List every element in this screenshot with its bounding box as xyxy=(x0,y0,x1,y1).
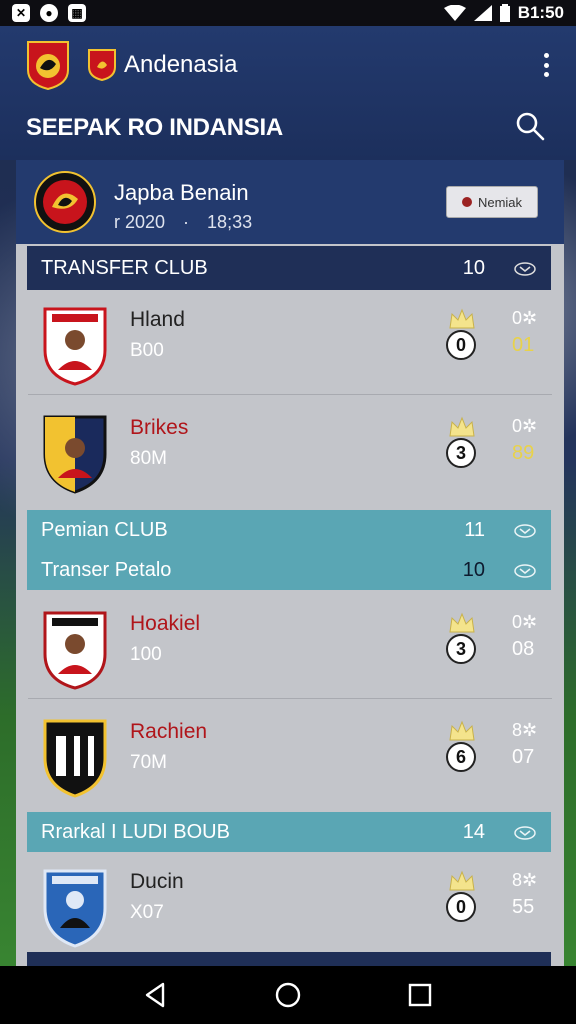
home-icon[interactable] xyxy=(273,980,303,1010)
team-logo-icon xyxy=(88,49,116,81)
item-name: Hoakiel xyxy=(130,612,201,635)
section-count: 10 xyxy=(462,256,485,279)
item-stat: 0✲ xyxy=(512,416,538,436)
crown-icon xyxy=(449,308,475,329)
chevron-down-icon[interactable] xyxy=(513,823,537,841)
section-header-next[interactable] xyxy=(27,952,551,966)
section-label: TRANSFER CLUB xyxy=(41,256,208,279)
item-value: X07 xyxy=(130,902,164,923)
divider xyxy=(28,394,552,395)
item-stat: 8✲ xyxy=(512,720,538,740)
rank-badge: 6 xyxy=(446,742,476,772)
chevron-down-icon[interactable] xyxy=(513,561,537,579)
section-header-pemian-club[interactable]: Pemian CLUB 11 xyxy=(27,510,551,550)
list-item[interactable]: Hland B00 0 0✲ 01 xyxy=(16,292,564,400)
profile-meta: r 2020 · 18;33 xyxy=(114,212,252,233)
section-header-transer-petalo[interactable]: Transer Petalo 10 xyxy=(27,550,551,590)
club-crest-icon xyxy=(43,719,107,798)
more-vert-icon[interactable] xyxy=(536,50,556,80)
club-crest-icon xyxy=(43,869,107,948)
meta-separator: · xyxy=(183,212,190,232)
club-crest-icon xyxy=(43,307,107,386)
section-label: Pemian CLUB xyxy=(41,518,168,541)
status-bar: ✕ ● ▦ B1:50 xyxy=(0,0,576,26)
rank-badge: 0 xyxy=(446,330,476,360)
item-name: Brikes xyxy=(130,416,189,439)
profile-name: Japba Benain xyxy=(114,180,249,205)
rank-badge: 3 xyxy=(446,438,476,468)
item-score: 08 xyxy=(512,638,535,660)
crown-icon xyxy=(449,416,475,437)
item-score: 07 xyxy=(512,746,535,768)
item-value: 100 xyxy=(130,644,162,665)
item-name: Ducin xyxy=(130,870,184,893)
item-stat: 0✲ xyxy=(512,612,538,632)
status-time: B1:50 xyxy=(517,3,564,22)
page-title: SEEPAK RO INDANSIA xyxy=(26,114,283,141)
item-score: 01 xyxy=(512,334,535,356)
rank-badge: 0 xyxy=(446,892,476,922)
wifi-icon xyxy=(443,5,466,21)
profile-card[interactable]: Japba Benain r 2020 · 18;33 Nemiak xyxy=(16,160,564,244)
search-icon[interactable] xyxy=(514,110,546,142)
main-panel: Japba Benain r 2020 · 18;33 Nemiak TRANS… xyxy=(16,160,564,966)
club-crest-icon xyxy=(43,611,107,690)
section-header-transfer-club[interactable]: TRANSFER CLUB 10 xyxy=(27,246,551,290)
profile-action-button[interactable]: Nemiak xyxy=(446,186,538,218)
profile-badge-icon xyxy=(34,171,96,233)
crown-icon xyxy=(449,870,475,891)
list-item[interactable]: Hoakiel 100 3 0✲ 08 xyxy=(16,596,564,704)
section-header-rrarkal[interactable]: Rrarkal I LUDI BOUB 14 xyxy=(27,812,551,852)
crown-icon xyxy=(449,720,475,741)
list-item[interactable]: Brikes 80M 3 0✲ 89 xyxy=(16,400,564,508)
item-value: 70M xyxy=(130,752,167,773)
battery-icon xyxy=(499,4,510,22)
section-label: Rrarkal I LUDI BOUB xyxy=(41,820,230,843)
app-name: Andenasia xyxy=(124,51,238,78)
item-name: Rachien xyxy=(130,720,208,743)
section-label: Transer Petalo xyxy=(41,558,172,581)
club-crest-icon xyxy=(43,415,107,494)
list-item[interactable]: Ducin X07 0 8✲ 55 xyxy=(16,854,564,962)
gallery-icon: ▦ xyxy=(68,4,86,22)
chevron-down-icon[interactable] xyxy=(513,521,537,539)
item-value: 80M xyxy=(130,448,167,469)
profile-action-label: Nemiak xyxy=(477,194,523,210)
profile-time: 18;33 xyxy=(207,212,253,232)
recents-icon[interactable] xyxy=(405,980,435,1010)
profile-date: r 2020 xyxy=(114,212,166,232)
divider xyxy=(28,698,552,699)
app-logo-icon[interactable] xyxy=(26,40,70,90)
section-count: 14 xyxy=(462,820,485,843)
app-bar: Andenasia SEEPAK RO INDANSIA xyxy=(0,26,576,160)
item-score: 55 xyxy=(512,896,535,918)
system-nav-bar xyxy=(0,966,576,1024)
item-name: Hland xyxy=(130,308,185,331)
chevron-down-icon[interactable] xyxy=(513,259,537,277)
item-stat: 8✲ xyxy=(512,870,538,890)
notification-icon: ✕ xyxy=(12,4,30,22)
back-icon[interactable] xyxy=(141,980,171,1010)
record-icon xyxy=(461,197,472,207)
item-value: B00 xyxy=(130,340,164,361)
item-stat: 0✲ xyxy=(512,308,538,328)
list-item[interactable]: Rachien 70M 6 8✲ 07 xyxy=(16,704,564,812)
rank-badge: 3 xyxy=(446,634,476,664)
media-icon: ● xyxy=(40,4,58,22)
item-score: 89 xyxy=(512,442,535,464)
section-count: 10 xyxy=(462,558,485,581)
section-count: 11 xyxy=(464,518,485,541)
crown-icon xyxy=(449,612,475,633)
signal-icon xyxy=(473,5,492,21)
